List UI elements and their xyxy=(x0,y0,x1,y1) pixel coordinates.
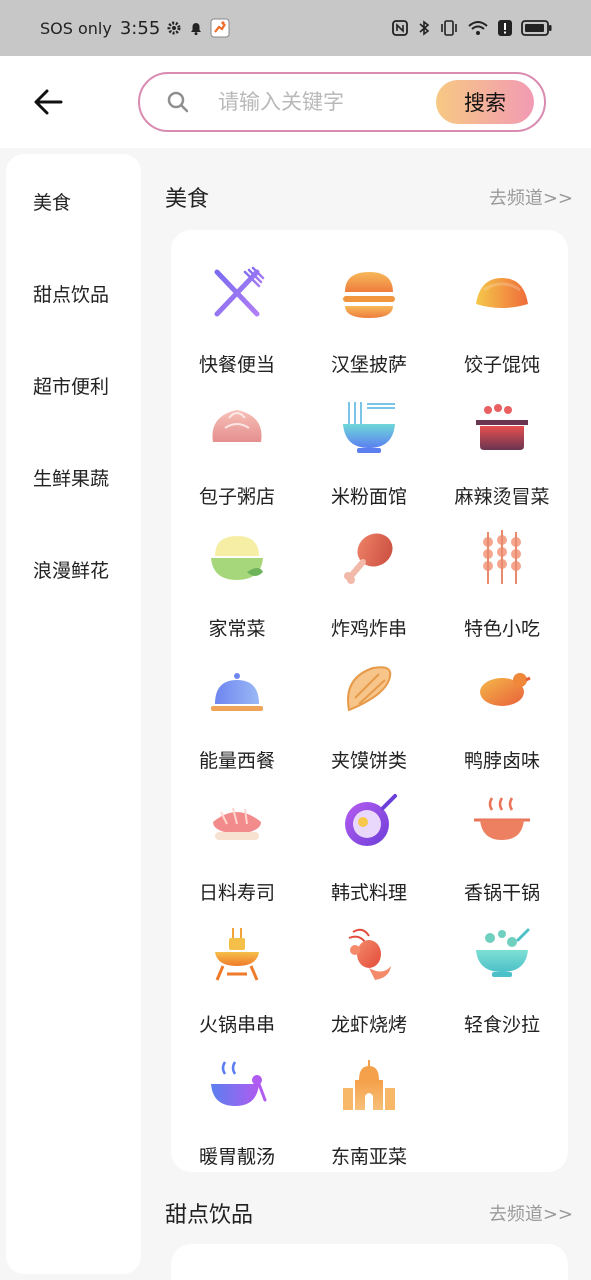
category-item[interactable]: 快餐便当 xyxy=(171,256,303,376)
go-channel-link-food[interactable]: 去频道>> xyxy=(489,184,573,210)
category-item[interactable]: 包子粥店 xyxy=(171,388,303,508)
category-label: 日料寿司 xyxy=(198,882,275,904)
fork-knife-icon xyxy=(214,266,265,317)
vibrate-icon xyxy=(439,19,459,37)
skewers-icon xyxy=(483,530,521,584)
search-box[interactable]: 搜索 xyxy=(138,72,546,132)
wifi-icon xyxy=(467,19,489,37)
category-item[interactable]: 日料寿司 xyxy=(171,784,303,904)
category-label: 轻食沙拉 xyxy=(463,1014,540,1036)
search-input[interactable] xyxy=(218,84,428,120)
dry-pot-icon xyxy=(474,797,530,840)
category-item[interactable]: 东南亚菜 xyxy=(303,1048,435,1168)
running-app-icon xyxy=(210,18,230,38)
bell-icon xyxy=(188,20,204,36)
category-label: 韩式料理 xyxy=(330,882,407,904)
grill-icon xyxy=(215,928,259,981)
category-item[interactable]: 特色小吃 xyxy=(436,520,568,640)
category-label: 米粉面馆 xyxy=(330,486,407,508)
sushi-icon xyxy=(213,807,261,840)
category-item[interactable]: 火锅串串 xyxy=(171,916,303,1036)
lobster-icon xyxy=(348,928,391,980)
category-item[interactable]: 龙虾烧烤 xyxy=(303,916,435,1036)
search-button[interactable]: 搜索 xyxy=(436,80,534,124)
gear-icon xyxy=(166,20,182,36)
roast-duck-icon xyxy=(480,673,531,706)
back-arrow-icon xyxy=(34,89,63,115)
category-label: 暖胃靓汤 xyxy=(198,1146,275,1168)
soup-icon xyxy=(211,1061,267,1106)
category-item[interactable]: 家常菜 xyxy=(171,520,303,640)
category-item[interactable]: 饺子馄饨 xyxy=(436,256,568,376)
battery-icon xyxy=(521,19,553,37)
category-label: 东南亚菜 xyxy=(330,1146,407,1168)
status-bar: SOS only 3:55 xyxy=(0,0,591,56)
category-label: 汉堡披萨 xyxy=(330,354,407,376)
category-label: 麻辣烫冒菜 xyxy=(454,486,550,508)
category-label: 快餐便当 xyxy=(198,354,275,376)
sidebar-item-supermarket[interactable]: 超市便利 xyxy=(33,372,109,399)
category-item[interactable]: 夹馍饼类 xyxy=(303,652,435,772)
nfc-icon xyxy=(391,19,409,37)
category-item[interactable]: 韩式料理 xyxy=(303,784,435,904)
category-item[interactable]: 炸鸡炸串 xyxy=(303,520,435,640)
sidebar-item-fresh-produce[interactable]: 生鲜果蔬 xyxy=(33,464,109,491)
bun-icon xyxy=(212,410,262,442)
category-label: 包子粥店 xyxy=(198,486,275,508)
sidebar-item-food[interactable]: 美食 xyxy=(33,188,71,215)
header: 搜索 xyxy=(0,56,591,148)
burger-icon xyxy=(343,272,395,318)
taco-icon xyxy=(347,666,392,712)
section-title-desserts-drinks: 甜点饮品 xyxy=(165,1203,254,1228)
back-button[interactable] xyxy=(28,82,68,122)
dumpling-icon xyxy=(476,278,528,308)
category-label: 特色小吃 xyxy=(463,618,540,640)
category-sidebar: 美食 甜点饮品 超市便利 生鲜果蔬 浪漫鲜花 xyxy=(6,154,141,1274)
category-item[interactable]: 能量西餐 xyxy=(171,652,303,772)
salad-icon xyxy=(476,928,530,977)
category-label: 火锅串串 xyxy=(198,1014,275,1036)
go-channel-link-desserts[interactable]: 去频道>> xyxy=(489,1200,573,1226)
category-label: 家常菜 xyxy=(208,618,266,640)
category-item[interactable]: 轻食沙拉 xyxy=(436,916,568,1036)
frying-pan-icon xyxy=(345,794,397,846)
sidebar-item-flowers[interactable]: 浪漫鲜花 xyxy=(33,556,109,583)
category-label: 能量西餐 xyxy=(198,750,275,772)
category-label: 炸鸡炸串 xyxy=(330,618,407,640)
desserts-card xyxy=(171,1244,568,1280)
cloche-icon xyxy=(211,673,263,711)
search-icon xyxy=(166,90,190,118)
temple-icon xyxy=(343,1060,395,1110)
sidebar-item-desserts-drinks[interactable]: 甜点饮品 xyxy=(33,280,109,307)
category-item[interactable]: 香锅干锅 xyxy=(436,784,568,904)
category-label: 龙虾烧烤 xyxy=(330,1014,407,1036)
category-label: 饺子馄饨 xyxy=(463,354,540,376)
alert-icon xyxy=(497,19,513,37)
noodle-bowl-icon xyxy=(343,402,395,453)
category-item[interactable]: 麻辣烫冒菜 xyxy=(436,388,568,508)
category-item[interactable]: 暖胃靓汤 xyxy=(171,1048,303,1168)
clock-time: 3:55 xyxy=(119,17,161,39)
category-label: 夹馍饼类 xyxy=(330,750,407,772)
drumstick-icon xyxy=(344,533,393,584)
bluetooth-icon xyxy=(417,19,431,37)
category-grid: 快餐便当 汉堡披萨 饺子馄饨 包子粥店 米粉面馆 麻辣烫冒菜 家常菜 炸鸡炸串 … xyxy=(171,230,568,1172)
category-label: 香锅干锅 xyxy=(463,882,540,904)
category-item[interactable]: 米粉面馆 xyxy=(303,388,435,508)
category-label: 鸭脖卤味 xyxy=(463,750,540,772)
hotpot-skewer-icon xyxy=(476,404,528,450)
carrier-text: SOS only xyxy=(40,18,112,38)
rice-bowl-icon xyxy=(211,536,263,580)
category-item[interactable]: 鸭脖卤味 xyxy=(436,652,568,772)
category-item[interactable]: 汉堡披萨 xyxy=(303,256,435,376)
section-title-food: 美食 xyxy=(165,187,210,212)
